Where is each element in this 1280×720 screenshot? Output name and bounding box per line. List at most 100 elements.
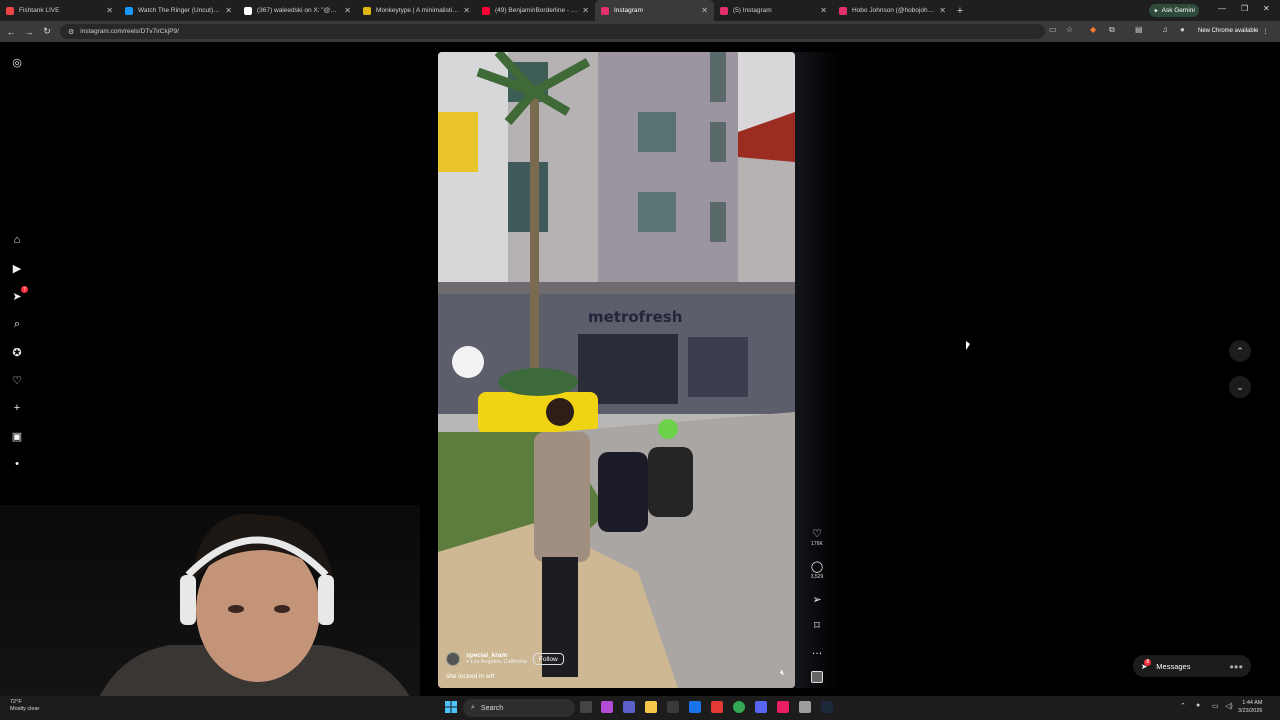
more-menu-icon[interactable]: ⋮ <box>1262 28 1268 35</box>
bookmark-icon: ⌑ <box>814 620 820 632</box>
windows-start-icon[interactable] <box>445 701 457 713</box>
site-info-icon[interactable]: ⚙ <box>68 28 74 36</box>
side-panel-icon[interactable]: ▤ <box>1135 25 1143 34</box>
discord-icon[interactable] <box>755 701 767 713</box>
tab-favicon-icon <box>244 6 252 15</box>
profile-icon[interactable]: ● <box>1180 25 1185 34</box>
browser-tab-bar: Fishtank LIVE ✕ Watch The Ringer (Uncut) |… <box>0 0 1280 21</box>
heart-icon: ♡ <box>812 528 822 540</box>
notifications-icon[interactable]: ♡ <box>9 372 25 388</box>
dashboard-icon[interactable]: ▣ <box>9 428 25 444</box>
tab-favicon-icon <box>363 6 371 15</box>
reels-icon[interactable]: ▶ <box>9 260 25 276</box>
tab-title: Fishtank LIVE <box>19 7 60 14</box>
minimize-button[interactable]: — <box>1218 4 1226 13</box>
tab-close-icon[interactable]: ✕ <box>225 6 232 15</box>
app-red-icon[interactable] <box>711 701 723 713</box>
steam-icon[interactable] <box>821 701 833 713</box>
webcam-overlay <box>0 505 420 720</box>
follow-button[interactable]: Follow <box>532 653 564 665</box>
tab-close-icon[interactable]: ✕ <box>701 6 708 15</box>
create-icon[interactable]: + <box>9 400 25 416</box>
save-button[interactable]: ⌑ <box>808 620 826 632</box>
browser-tab[interactable]: Watch The Ringer (Uncut) | Prime ✕ <box>119 0 238 21</box>
mute-icon[interactable]: 🔇︎ <box>780 668 785 678</box>
taskbar-search[interactable]: ⌕ Search <box>463 699 575 717</box>
tab-close-icon[interactable]: ✕ <box>344 6 351 15</box>
task-view-icon[interactable] <box>580 701 592 713</box>
weather-widget[interactable]: 72°F Mostly clear <box>10 699 39 713</box>
tab-close-icon[interactable]: ✕ <box>463 6 470 15</box>
browser-tab[interactable]: Instagram ✕ <box>595 0 714 21</box>
browser-tab[interactable]: Fishtank LIVE ✕ <box>0 0 119 21</box>
reel-author: special_kram ⌖ Los Angeles, California F… <box>446 652 564 666</box>
instagram-logo-icon[interactable]: ◎ <box>9 54 25 70</box>
store-icon[interactable] <box>667 701 679 713</box>
tab-favicon-icon <box>839 6 847 15</box>
search-icon[interactable]: ⌕ <box>9 316 25 332</box>
reel-location[interactable]: Los Angeles, California <box>471 659 527 665</box>
address-bar[interactable]: ⚙ instagram.com/reels/DTv7irCkjP9/ <box>60 24 1045 39</box>
tab-title: (5) Instagram <box>733 7 772 14</box>
ask-gemini-button[interactable]: ✦ Ask Gemini <box>1149 4 1199 17</box>
mail-icon[interactable] <box>689 701 701 713</box>
browser-tab[interactable]: (49) BenjaminBorderline - YouTube✕ <box>476 0 595 21</box>
volume-icon[interactable]: ◁) <box>1225 702 1233 710</box>
forward-button[interactable]: → <box>20 27 38 37</box>
comment-button[interactable]: ◯ 3,529 <box>808 561 826 580</box>
tab-title: Watch The Ringer (Uncut) | Prime <box>138 7 221 14</box>
teams-icon[interactable] <box>623 701 635 713</box>
share-button[interactable]: ➢ <box>808 594 826 606</box>
browser-tab[interactable]: Monkeytype | A minimalistic, custo ✕ <box>357 0 476 21</box>
update-chrome-button[interactable]: New Chrome available ⋮ <box>1198 24 1270 38</box>
app-pink-icon[interactable] <box>777 701 789 713</box>
chevron-up-icon: ⌃ <box>1236 345 1244 356</box>
media-controls-icon[interactable]: ♫ <box>1162 25 1168 34</box>
extension-icon[interactable]: ◆ <box>1090 25 1096 34</box>
extensions-puzzle-icon[interactable]: ⧉ <box>1109 25 1115 35</box>
profile-avatar-icon[interactable]: • <box>9 456 25 472</box>
author-username[interactable]: special_kram <box>466 652 527 659</box>
new-tab-button[interactable]: + <box>952 5 968 17</box>
reel-caption[interactable]: she locked in wtf <box>446 673 494 680</box>
browser-tab[interactable]: (5) Instagram ✕ <box>714 0 833 21</box>
home-icon[interactable]: ⌂ <box>9 232 25 248</box>
install-app-icon[interactable]: ▭ <box>1049 25 1057 34</box>
tray-app-icon[interactable]: ● <box>1196 702 1200 709</box>
tab-close-icon[interactable]: ✕ <box>820 6 827 15</box>
messages-button[interactable]: ➤ 8 Messages ●●● <box>1133 655 1251 677</box>
more-options-button[interactable]: … <box>808 645 826 657</box>
tray-chevron-icon[interactable]: ⌃ <box>1180 702 1186 710</box>
tab-close-icon[interactable]: ✕ <box>106 6 113 15</box>
system-clock[interactable]: 1:44 AM 3/23/2026 <box>1238 699 1262 715</box>
close-window-button[interactable]: ✕ <box>1263 4 1270 13</box>
tab-title: Monkeytype | A minimalistic, custo <box>376 7 459 14</box>
tab-title: Hobo Johnson (@hobojohnson) <box>852 7 936 14</box>
windows-taskbar: 72°F Mostly clear ⌕ Search ⌃ ● ▭ ◁) 1:44… <box>0 696 1280 720</box>
reload-button[interactable]: ↻ <box>38 26 56 37</box>
file-explorer-icon[interactable] <box>645 701 657 713</box>
explore-icon[interactable]: ✪ <box>9 344 25 360</box>
like-button[interactable]: ♡ 176K <box>808 528 826 547</box>
browser-toolbar: ← → ↻ ⚙ instagram.com/reels/DTv7irCkjP9/ <box>0 21 1280 42</box>
bookmark-star-icon[interactable]: ☆ <box>1066 25 1073 34</box>
tab-favicon-icon <box>125 6 133 15</box>
settings-icon[interactable] <box>799 701 811 713</box>
like-count: 176K <box>811 541 823 547</box>
chevron-down-icon: ⌄ <box>1236 381 1244 392</box>
mouse-cursor-icon <box>966 341 970 350</box>
browser-tab[interactable]: (367) waleedski on X: "@Damien ✕ <box>238 0 357 21</box>
author-avatar[interactable] <box>446 652 460 666</box>
back-button[interactable]: ← <box>2 27 20 37</box>
next-reel-button[interactable]: ⌄ <box>1229 376 1251 398</box>
restore-button[interactable]: ❐ <box>1241 4 1248 13</box>
network-icon[interactable]: ▭ <box>1212 702 1219 710</box>
copilot-icon[interactable] <box>601 701 613 713</box>
previous-reel-button[interactable]: ⌃ <box>1229 340 1251 362</box>
browser-tab[interactable]: Hobo Johnson (@hobojohnson) ✕ <box>833 0 952 21</box>
chrome-icon[interactable] <box>733 701 745 713</box>
audio-button[interactable] <box>808 670 826 688</box>
tab-close-icon[interactable]: ✕ <box>939 6 946 15</box>
reel-video[interactable]: metrofresh special_kram ⌖ Los Angeles, C… <box>438 52 795 688</box>
tab-close-icon[interactable]: ✕ <box>582 6 589 15</box>
